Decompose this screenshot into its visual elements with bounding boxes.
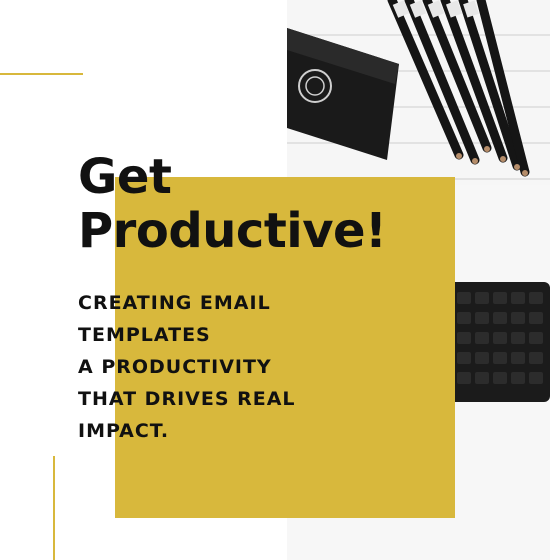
headline-line-1: Get <box>78 149 172 205</box>
subtext-line: TEMPLATES <box>78 324 211 346</box>
black-wallet-icon <box>287 28 399 160</box>
accent-line-top <box>0 73 83 75</box>
accent-line-left <box>53 456 55 560</box>
subtext: CREATING EMAIL TEMPLATES A PRODUCTIVITY … <box>78 287 296 447</box>
headline: Get Productive! <box>78 149 387 259</box>
black-pencils-icon <box>387 0 530 177</box>
headline-line-2: Productive! <box>78 203 387 259</box>
subtext-line: CREATING EMAIL <box>78 292 271 314</box>
subtext-line: A PRODUCTIVITY <box>78 356 272 378</box>
subtext-line: IMPACT. <box>78 420 170 442</box>
black-keyboard-icon <box>447 282 550 402</box>
subtext-line: THAT DRIVES REAL <box>78 388 296 410</box>
